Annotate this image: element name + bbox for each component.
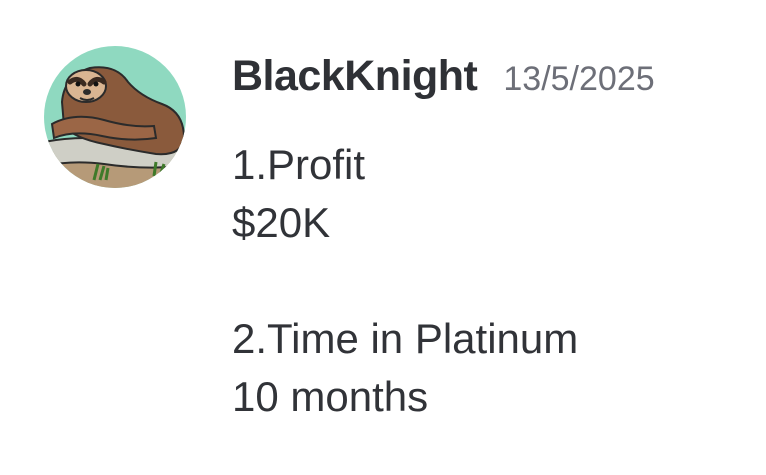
message-header: BlackKnight 13/5/2025: [232, 52, 655, 101]
message-line: 1.Profit: [232, 141, 366, 188]
message-line: 2.Time in Platinum: [232, 315, 579, 362]
message-content: 1.Profit $20K 2.Time in Platinum 10 mont…: [232, 136, 578, 426]
username[interactable]: BlackKnight: [232, 52, 478, 101]
chat-message: BlackKnight 13/5/2025 1.Profit $20K 2.Ti…: [0, 0, 766, 475]
message-line-blank: [232, 252, 578, 310]
timestamp: 13/5/2025: [503, 60, 655, 98]
message-line: $20K: [232, 199, 331, 246]
sloth-avatar-icon[interactable]: [44, 46, 186, 188]
message-line: 10 months: [232, 373, 429, 420]
